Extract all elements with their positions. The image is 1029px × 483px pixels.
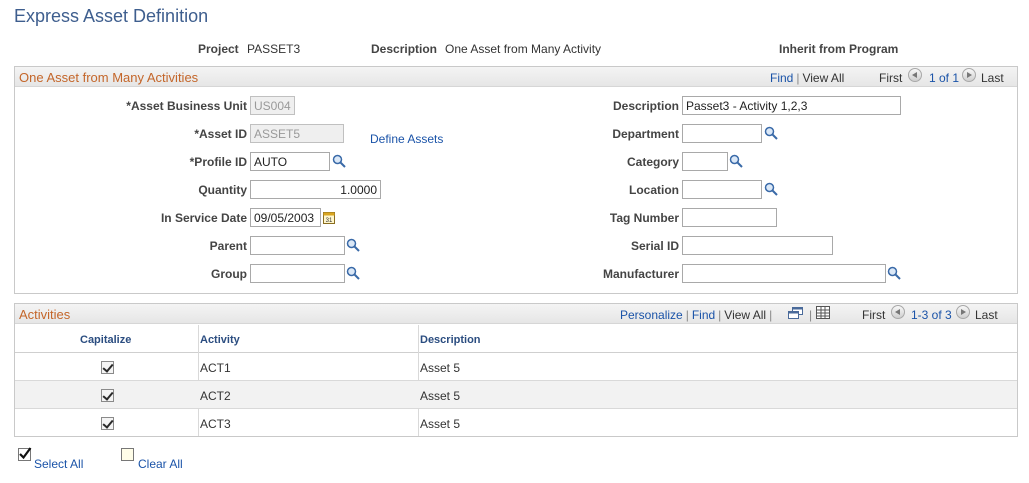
activities-range-link[interactable]: 1-3 of 3: [911, 308, 952, 322]
group-input[interactable]: [250, 264, 345, 283]
asset-range-link[interactable]: 1 of 1: [929, 71, 959, 85]
table-row: ACT1 Asset 5: [15, 353, 1017, 381]
magnifier-icon[interactable]: [332, 154, 346, 168]
activities-last-label: Last: [975, 308, 998, 322]
clear-all-link[interactable]: Clear All: [138, 457, 183, 471]
activities-nav: Personalize | Find | View All |: [620, 308, 775, 322]
activity-cell: ACT3: [200, 417, 231, 431]
asset-last-label: Last: [981, 71, 1004, 85]
asset-id-label: *Asset ID: [194, 127, 247, 141]
magnifier-icon[interactable]: [346, 238, 360, 252]
nav-separator: |: [718, 308, 722, 322]
description-cell: Asset 5: [420, 389, 461, 403]
asset-panel-title: One Asset from Many Activities: [19, 70, 199, 85]
magnifier-icon[interactable]: [346, 266, 360, 280]
location-label: Location: [629, 183, 679, 197]
asset-panel-nav: Find | View All: [770, 71, 844, 85]
arrow-left-icon[interactable]: [908, 68, 922, 82]
asset-first-label: First: [879, 71, 903, 85]
capitalize-checkbox[interactable]: [101, 417, 114, 430]
col-capitalize[interactable]: Capitalize: [80, 334, 131, 346]
svg-text:31: 31: [326, 218, 333, 224]
magnifier-icon[interactable]: [764, 126, 778, 140]
activity-cell: ACT1: [200, 361, 231, 375]
department-input[interactable]: [682, 124, 762, 143]
parent-label: Parent: [209, 239, 247, 253]
nav-separator: |: [769, 308, 773, 322]
serial-id-input[interactable]: [682, 236, 833, 255]
arrow-left-icon[interactable]: [891, 305, 905, 319]
nav-separator: |: [809, 308, 813, 322]
grid-column-headers: Capitalize Activity Description: [15, 325, 1017, 353]
magnifier-icon[interactable]: [729, 154, 743, 168]
description-label: Description: [612, 99, 679, 113]
select-all-link[interactable]: Select All: [34, 457, 83, 471]
activities-view-all[interactable]: View All: [724, 308, 766, 322]
in-service-date-label: In Service Date: [160, 211, 247, 225]
activities-title: Activities: [19, 307, 71, 322]
select-all-icon[interactable]: [18, 447, 32, 461]
activities-find-link[interactable]: Find: [692, 308, 715, 322]
tag-number-label: Tag Number: [609, 211, 679, 225]
group-label: Group: [211, 267, 247, 281]
inherit-from-program-label: Inherit from Program: [779, 42, 899, 56]
description-input[interactable]: [682, 96, 901, 115]
capitalize-checkbox[interactable]: [101, 361, 114, 374]
table-row: ACT2 Asset 5: [15, 381, 1017, 409]
in-service-date-input[interactable]: [250, 208, 321, 227]
profile-id-label: *Profile ID: [189, 155, 247, 169]
manufacturer-input[interactable]: [682, 264, 886, 283]
description-cell: Asset 5: [420, 417, 461, 431]
asset-id-input: [250, 124, 344, 143]
quantity-label: Quantity: [198, 183, 247, 197]
clear-all-icon[interactable]: [121, 448, 135, 462]
page-title: Express Asset Definition: [14, 6, 209, 26]
tag-number-input[interactable]: [682, 208, 777, 227]
new-window-icon[interactable]: [788, 307, 803, 319]
header-description-value: One Asset from Many Activity: [445, 42, 602, 56]
asset-panel-header: One Asset from Many Activities Find | View…: [15, 67, 1017, 87]
calendar-icon[interactable]: 31: [323, 211, 335, 224]
activity-cell: ACT2: [200, 389, 231, 403]
table-row: ACT3 Asset 5: [15, 409, 1017, 437]
category-input[interactable]: [682, 152, 728, 171]
category-label: Category: [626, 155, 679, 169]
capitalize-checkbox[interactable]: [101, 389, 114, 402]
nav-separator: |: [685, 308, 689, 322]
parent-input[interactable]: [250, 236, 345, 255]
asset-business-unit-label: *Asset Business Unit: [126, 99, 247, 113]
description-cell: Asset 5: [420, 361, 461, 375]
col-activity[interactable]: Activity: [200, 334, 240, 346]
manufacturer-label: Manufacturer: [602, 267, 679, 281]
activities-first-label: First: [862, 308, 886, 322]
serial-id-label: Serial ID: [630, 239, 679, 253]
spreadsheet-icon[interactable]: [816, 306, 830, 319]
col-description[interactable]: Description: [420, 334, 481, 346]
profile-id-input[interactable]: [250, 152, 330, 171]
quantity-input[interactable]: [250, 180, 381, 199]
arrow-right-icon[interactable]: [962, 68, 976, 82]
arrow-right-icon[interactable]: [956, 305, 970, 319]
asset-view-all[interactable]: View All: [802, 71, 844, 85]
location-input[interactable]: [682, 180, 762, 199]
activities-header: Activities Personalize | Find | View All | | …: [15, 304, 1017, 324]
magnifier-icon[interactable]: [887, 266, 901, 280]
personalize-link[interactable]: Personalize: [620, 308, 683, 322]
asset-find-link[interactable]: Find: [770, 71, 793, 85]
magnifier-icon[interactable]: [764, 182, 778, 196]
define-assets-link[interactable]: Define Assets: [370, 132, 443, 146]
asset-business-unit-input: [250, 96, 295, 115]
department-label: Department: [612, 127, 679, 141]
project-value: PASSET3: [247, 42, 301, 56]
project-label: Project: [198, 42, 239, 56]
activities-grid: Activities Personalize | Find | View All | | …: [14, 303, 1018, 437]
header-description-label: Description: [371, 42, 438, 56]
